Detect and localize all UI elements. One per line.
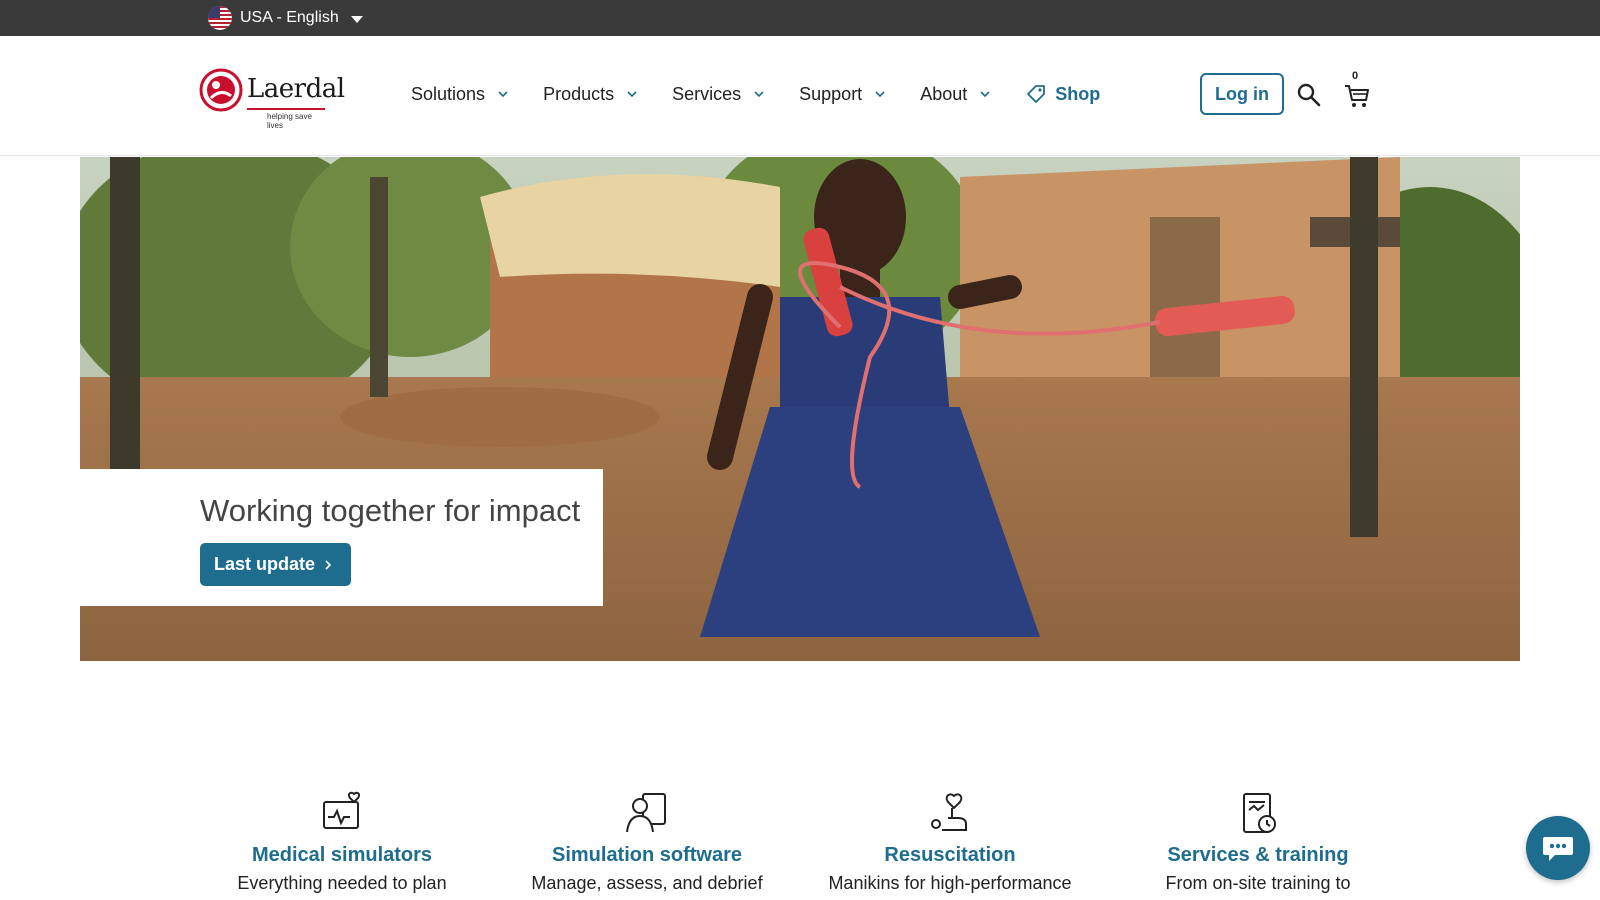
hero-card: Working together for impact Last update [80, 469, 603, 606]
category-resuscitation[interactable]: Resuscitation Manikins for high-performa… [800, 790, 1100, 894]
category-title: Resuscitation [884, 844, 1016, 866]
tag-icon [1027, 85, 1046, 103]
search-icon[interactable] [1296, 82, 1322, 108]
caret-down-icon [350, 15, 363, 23]
last-update-label: Last update [214, 554, 316, 574]
category-title: Services & training [1167, 844, 1349, 866]
chevron-down-icon [980, 91, 990, 98]
logo-mark-icon [199, 68, 243, 112]
nav-label: Services [672, 83, 742, 104]
nav-label: Support [799, 83, 863, 104]
category-row: Medical simulators Everything needed to … [0, 790, 1600, 900]
locale-bar: USA - English [0, 0, 1600, 36]
locale-label: USA - English [240, 9, 339, 26]
chevron-down-icon [875, 91, 885, 98]
cart-icon[interactable] [1342, 80, 1372, 110]
shop-label: Shop [1055, 83, 1101, 104]
nav-about[interactable]: About [920, 84, 991, 105]
main-nav: Solutions Products Services Support Abou… [411, 74, 1100, 114]
category-simulation-software[interactable]: Simulation software Manage, assess, and … [497, 790, 797, 894]
chevron-right-icon [325, 559, 332, 570]
logo-wordmark: Laerdal [247, 74, 345, 104]
nav-label: Products [543, 83, 615, 104]
category-title: Simulation software [551, 844, 743, 866]
nav-products[interactable]: Products [543, 84, 638, 105]
clipboard-clock-icon [1243, 793, 1276, 833]
category-services-training[interactable]: Services & training From on-site trainin… [1108, 790, 1408, 894]
chat-button[interactable] [1526, 816, 1590, 880]
chevron-down-icon [754, 91, 764, 98]
user-screen-icon [626, 793, 666, 833]
hero-banner: Working together for impact Last update [80, 157, 1520, 661]
locale-selector[interactable]: USA - English [208, 4, 363, 32]
category-medical-simulators[interactable]: Medical simulators Everything needed to … [192, 790, 492, 894]
us-flag-icon [208, 6, 232, 30]
chevron-down-icon [627, 91, 637, 98]
monitor-heart-icon [323, 791, 361, 829]
nav-support[interactable]: Support [799, 84, 886, 105]
category-title: Medical simulators [251, 844, 433, 866]
hand-heart-icon [931, 793, 967, 831]
nav-shop[interactable]: Shop [1025, 83, 1100, 105]
category-desc: From on-site training to [1165, 873, 1351, 893]
nav-services[interactable]: Services [672, 84, 765, 105]
chevron-down-icon [498, 91, 508, 98]
hero-title: Working together for impact [200, 493, 581, 528]
login-button[interactable]: Log in [1200, 73, 1284, 115]
site-header: Laerdal helping save lives Solutions Pro… [0, 36, 1600, 156]
last-update-button[interactable]: Last update [200, 543, 352, 586]
laerdal-logo[interactable]: Laerdal helping save lives [199, 68, 345, 130]
category-desc: Everything needed to plan [237, 873, 447, 893]
logo-tagline: helping save lives [267, 112, 312, 130]
chat-icon [1543, 837, 1573, 861]
category-desc: Manage, assess, and debrief [531, 873, 763, 893]
logo-underline [247, 108, 325, 110]
nav-label: Solutions [411, 83, 486, 104]
nav-solutions[interactable]: Solutions [411, 84, 509, 105]
category-desc: Manikins for high-performance [828, 873, 1072, 893]
nav-label: About [920, 83, 968, 104]
